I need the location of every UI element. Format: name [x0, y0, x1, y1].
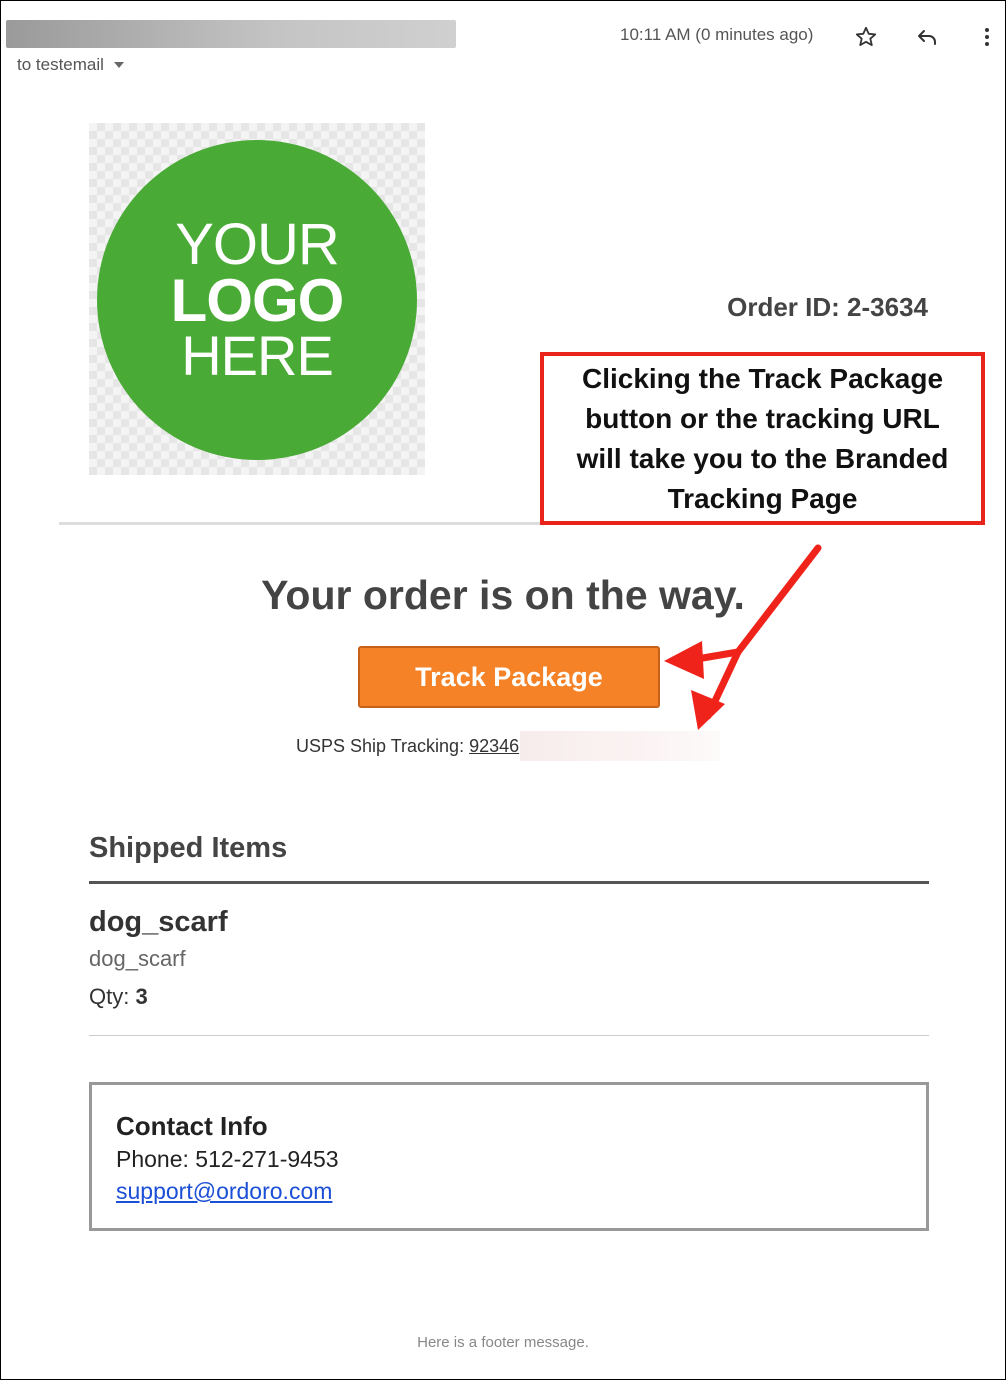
email-timestamp: 10:11 AM (0 minutes ago): [620, 25, 814, 44]
footer-message: Here is a footer message.: [417, 1334, 589, 1351]
shipped-items-title: Shipped Items: [89, 832, 288, 864]
contact-email-link[interactable]: support@ordoro.com: [116, 1178, 332, 1204]
contact-title: Contact Info: [116, 1111, 268, 1141]
store-logo: YOUR LOGO HERE: [89, 123, 425, 475]
more-vertical-icon[interactable]: [972, 22, 1002, 52]
annotation-callout: Clicking the Track Package button or the…: [540, 352, 985, 525]
order-id: Order ID: 2-3634: [727, 292, 928, 322]
contact-phone: Phone: 512-271-9453: [116, 1146, 339, 1172]
recipient-label: to testemail: [17, 55, 104, 74]
qty-value: 3: [135, 984, 148, 1009]
logo-circle: YOUR LOGO HERE: [97, 140, 417, 460]
item-sku: dog_scarf: [89, 946, 186, 971]
track-package-button[interactable]: Track Package: [358, 646, 660, 708]
recipient-dropdown[interactable]: to testemail: [17, 55, 124, 75]
shipped-items-divider: [89, 881, 929, 884]
contact-info-box: Contact Info Phone: 512-271-9453 support…: [89, 1082, 929, 1231]
tracking-label: USPS Ship Tracking:: [296, 735, 465, 756]
logo-text-line-1: YOUR: [175, 212, 340, 278]
qty-label: Qty:: [89, 984, 130, 1009]
item-quantity: Qty: 3: [89, 984, 148, 1010]
sender-name-redacted: [6, 20, 456, 48]
item-divider: [89, 1035, 929, 1036]
item-name: dog_scarf: [89, 906, 228, 938]
star-icon[interactable]: [851, 22, 881, 52]
reply-icon[interactable]: [912, 22, 942, 52]
tracking-number-link[interactable]: 92346: [469, 736, 519, 757]
header-divider: [59, 522, 540, 525]
tracking-number-redacted: [520, 731, 721, 761]
tracking-line: USPS Ship Tracking: 92346: [296, 731, 721, 761]
email-headline: Your order is on the way.: [261, 572, 745, 618]
caret-down-icon: [113, 62, 124, 68]
logo-text-line-3: HERE: [181, 324, 334, 388]
callout-text: Clicking the Track Package button or the…: [576, 362, 949, 514]
logo-text-line-2: LOGO: [170, 267, 345, 335]
